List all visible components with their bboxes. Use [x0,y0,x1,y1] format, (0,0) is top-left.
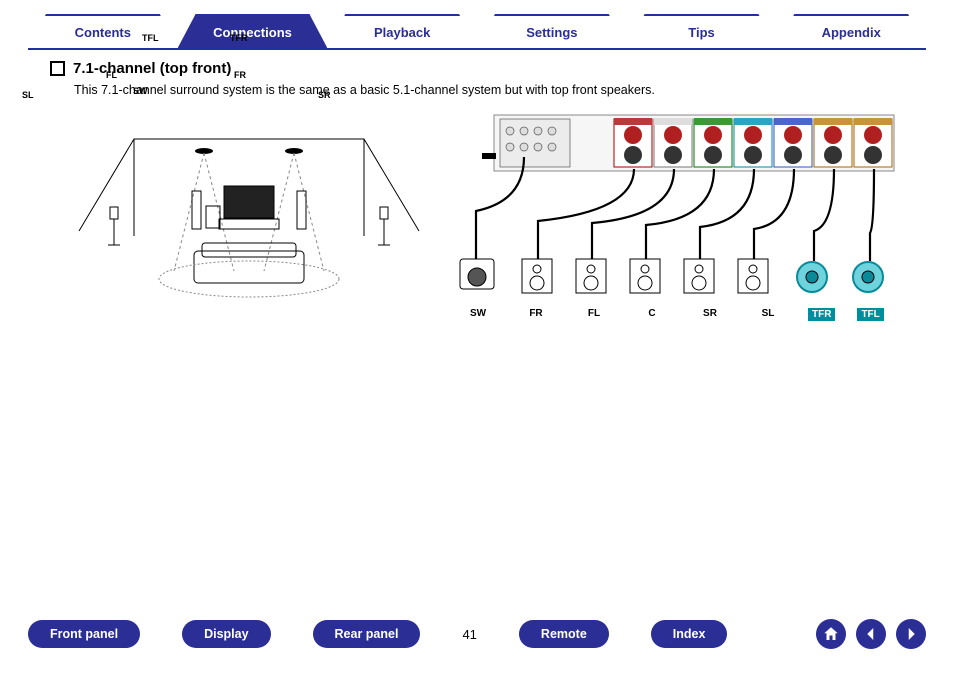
clabel-tfr: TFR [808,308,835,321]
prev-page-button[interactable] [856,619,886,649]
label-tfl: TFL [142,33,159,43]
home-icon [822,625,840,643]
tab-connections[interactable]: Connections [178,14,328,48]
connection-diagram: SW FR FL C SR SL TFR TFL [454,111,914,321]
next-page-button[interactable] [896,619,926,649]
nav-remote[interactable]: Remote [519,620,609,648]
nav-display[interactable]: Display [182,620,270,648]
clabel-c: C [634,308,670,321]
arrow-right-icon [902,625,920,643]
section-body: This 7.1-channel surround system is the … [74,83,926,97]
tab-appendix[interactable]: Appendix [776,14,926,48]
clabel-fr: FR [518,308,554,321]
label-sl: SL [22,90,34,100]
clabel-sw: SW [460,308,496,321]
tab-settings[interactable]: Settings [477,14,627,48]
section-heading: 7.1-channel (top front) [50,60,926,77]
section-title: 7.1-channel (top front) [73,60,231,77]
clabel-sr: SR [692,308,728,321]
label-sr: SR [318,90,331,100]
bottom-nav: Front panel Display Rear panel 41 Remote… [28,619,926,649]
clabel-sl: SL [750,308,786,321]
label-sw: SW [133,86,148,96]
bullet-box-icon [50,61,65,76]
tab-playback[interactable]: Playback [327,14,477,48]
home-button[interactable] [816,619,846,649]
room-layout-figure: TFL TFR FL FR SL SR SW [74,111,424,311]
clabel-tfl: TFL [857,308,883,321]
label-fl: FL [106,70,117,80]
manual-page: Contents Connections Playback Settings T… [0,0,954,673]
page-number: 41 [462,627,476,642]
nav-index[interactable]: Index [651,620,728,648]
clabel-fl: FL [576,308,612,321]
nav-rear-panel[interactable]: Rear panel [313,620,421,648]
connection-labels: SW FR FL C SR SL TFR TFL [460,308,914,321]
tab-tips[interactable]: Tips [627,14,777,48]
arrow-left-icon [862,625,880,643]
label-tfr: TFR [230,33,248,43]
top-nav-tabs: Contents Connections Playback Settings T… [28,14,926,50]
figures-row: TFL TFR FL FR SL SR SW [74,111,926,321]
nav-front-panel[interactable]: Front panel [28,620,140,648]
label-fr: FR [234,70,246,80]
